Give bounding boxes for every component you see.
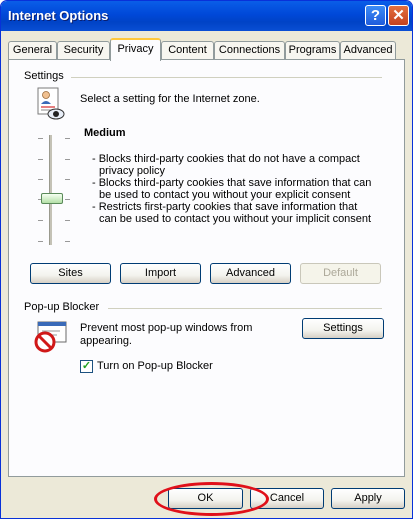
popup-description-line: appearing. [80, 335, 132, 347]
tab-label: Security [63, 44, 104, 56]
tab-label: General [12, 44, 53, 56]
help-icon: ? [370, 7, 381, 24]
slider-tick [65, 220, 70, 221]
description-line: can be used to contact you without your … [99, 213, 372, 225]
popup-blocker-description: Prevent most pop-up windows from appeari… [80, 322, 280, 348]
popup-blocker-checkbox-label[interactable]: Turn on Pop-up Blocker [97, 360, 213, 372]
popup-blocker-group-label: Pop-up Blocker [24, 301, 104, 313]
settings-intro-text: Select a setting for the Internet zone. [80, 93, 260, 105]
description-line: be used to contact you without your expl… [99, 189, 351, 201]
tab-label: Connections [218, 44, 281, 56]
slider-tick [38, 179, 43, 180]
slider-tick [65, 241, 70, 242]
description-line: - Blocks third-party cookies that save i… [92, 177, 372, 189]
popup-blocker-divider [108, 308, 382, 309]
import-button[interactable]: Import [120, 263, 201, 284]
ok-highlight-annotation [154, 482, 269, 516]
advanced-button[interactable]: Advanced [210, 263, 291, 284]
description-line: - Restricts first-party cookies that sav… [92, 201, 358, 213]
sites-button[interactable]: Sites [30, 263, 111, 284]
popup-blocker-checkbox[interactable]: ✓ [80, 360, 93, 373]
settings-group-label: Settings [24, 70, 68, 82]
slider-track[interactable] [49, 135, 52, 245]
slider-tick [38, 138, 43, 139]
default-button[interactable]: Default [300, 263, 381, 284]
tab-label: Advanced [343, 44, 393, 56]
slider-tick [38, 241, 43, 242]
popup-description-line: Prevent most pop-up windows from [80, 322, 253, 334]
slider-thumb[interactable] [41, 193, 63, 204]
privacy-level-description: - Blocks third-party cookies that do not… [92, 153, 382, 225]
tab-label: Programs [288, 44, 337, 56]
settings-divider [71, 77, 382, 78]
slider-tick [38, 159, 43, 160]
tab-label: Privacy [117, 43, 154, 55]
tab-connections[interactable]: Connections [214, 41, 285, 60]
apply-button[interactable]: Apply [331, 488, 405, 509]
window-title: Internet Options [8, 8, 109, 23]
popup-blocker-icon [34, 321, 67, 353]
description-line: privacy policy [99, 165, 166, 177]
tab-content[interactable]: Content [161, 41, 214, 60]
slider-tick [65, 159, 70, 160]
slider-tick [38, 220, 43, 221]
slider-tick [65, 199, 70, 200]
privacy-policy-icon [37, 87, 65, 120]
close-icon: ✕ [392, 7, 405, 24]
slider-tick [65, 138, 70, 139]
help-button[interactable]: ? [365, 5, 386, 26]
checkmark-icon: ✓ [81, 360, 92, 372]
tab-advanced[interactable]: Advanced [340, 41, 396, 60]
tab-label: Content [168, 44, 207, 56]
tab-privacy[interactable]: Privacy [110, 38, 161, 61]
close-button[interactable]: ✕ [388, 5, 409, 26]
title-bar[interactable]: Internet Options ? ✕ [1, 1, 412, 31]
tab-general[interactable]: General [8, 41, 57, 60]
popup-settings-button[interactable]: Settings [302, 318, 384, 339]
slider-tick [65, 179, 70, 180]
description-line: - Blocks third-party cookies that do not… [92, 153, 360, 165]
tab-strip: General Security Privacy Content Connect… [8, 38, 408, 61]
privacy-level-name: Medium [84, 127, 126, 139]
internet-options-dialog: Internet Options ? ✕ General Security Pr… [0, 0, 413, 519]
tab-programs[interactable]: Programs [285, 41, 340, 60]
tab-security[interactable]: Security [57, 41, 110, 60]
